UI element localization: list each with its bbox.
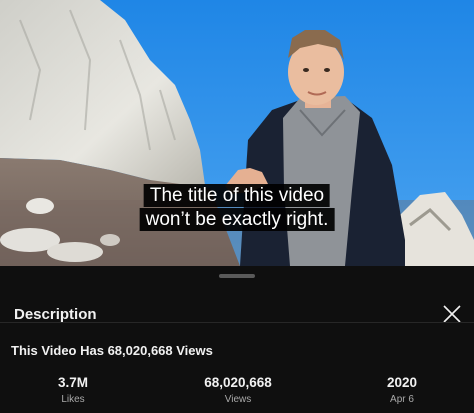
app-root: The title of this video won’t be exactly… xyxy=(0,0,474,413)
drag-handle[interactable] xyxy=(219,274,255,278)
caption-line-1: The title of this video xyxy=(143,184,331,207)
close-icon xyxy=(443,305,461,323)
close-button[interactable] xyxy=(438,300,466,328)
views-stat: 68,020,668 Views xyxy=(178,374,298,407)
views-label: Views xyxy=(224,394,252,405)
header-divider xyxy=(0,322,474,323)
upload-year: 2020 xyxy=(386,375,418,390)
likes-label: Likes xyxy=(61,394,85,405)
description-header: Description xyxy=(0,282,474,338)
video-title: This Video Has 68,020,668 Views xyxy=(11,343,213,358)
caption-line-2: won’t be exactly right. xyxy=(139,208,335,231)
description-title: Description xyxy=(14,306,97,323)
likes-count: 3.7M xyxy=(57,375,88,390)
views-count: 68,020,668 xyxy=(204,375,272,390)
date-stat: 2020 Apr 6 xyxy=(342,374,462,407)
video-stats: 3.7M Likes 68,020,668 Views 2020 Apr 6 xyxy=(0,374,474,410)
upload-date: Apr 6 xyxy=(390,394,414,405)
video-caption: The title of this video won’t be exactly… xyxy=(139,184,335,232)
video-player[interactable]: The title of this video won’t be exactly… xyxy=(0,0,474,266)
likes-stat: 3.7M Likes xyxy=(13,374,133,407)
